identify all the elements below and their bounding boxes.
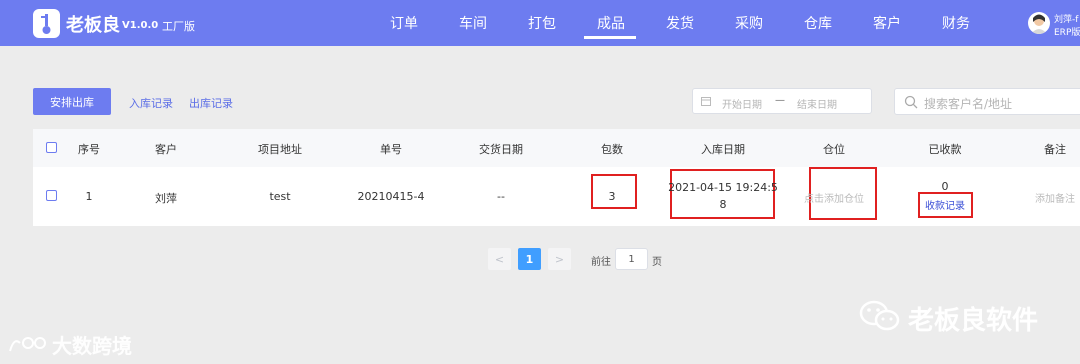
goto-page-input[interactable]: 1 (615, 248, 648, 270)
col-header-delivery-date: 交货日期 (479, 143, 523, 156)
col-header-customer: 客户 (155, 143, 177, 156)
prev-page-button[interactable]: < (488, 248, 511, 270)
nav-item-packing[interactable]: 打包 (528, 13, 556, 33)
nav-item-customers[interactable]: 客户 (873, 13, 901, 33)
date-separator: — (775, 95, 785, 106)
watermark-right-text: 老板良软件 (908, 306, 1039, 336)
nav-item-workshop[interactable]: 车间 (459, 13, 487, 33)
cell-customer: 刘萍 (155, 192, 177, 205)
nav-item-finished-goods[interactable]: 成品 (597, 13, 625, 33)
nav-item-warehouse[interactable]: 仓库 (804, 13, 832, 33)
active-nav-indicator (584, 36, 636, 39)
top-navigation-bar: 老板良 V1.0.0 工厂版 订单 车间 打包 成品 发货 采购 仓库 客户 财… (0, 0, 1080, 46)
col-header-packages: 包数 (601, 143, 623, 156)
col-header-address: 项目地址 (258, 143, 302, 156)
col-header-received: 已收款 (928, 143, 962, 156)
page-unit-label: 页 (652, 257, 662, 268)
cell-stock-date-line2: 8 (719, 198, 727, 211)
col-header-index: 序号 (78, 143, 100, 156)
cell-address: test (269, 190, 291, 203)
edition-label: 工厂版 (162, 20, 195, 33)
finished-goods-table: 序号 客户 项目地址 单号 交货日期 包数 入库日期 仓位 已收款 备注 1 刘… (33, 129, 1080, 226)
app-logo-icon (33, 9, 60, 38)
col-header-order-no: 单号 (380, 143, 402, 156)
goto-label: 前往 (591, 257, 611, 268)
search-placeholder: 搜索客户名/地址 (924, 97, 1013, 111)
nav-item-shipping[interactable]: 发货 (666, 13, 694, 33)
brand-name: 老板良 (66, 15, 120, 36)
search-icon (904, 95, 918, 109)
row-checkbox[interactable] (46, 190, 57, 201)
cell-stock-date-line1: 2021-04-15 19:24:5 (668, 181, 778, 194)
select-all-checkbox[interactable] (46, 142, 57, 153)
inbound-records-link[interactable]: 入库记录 (129, 95, 173, 111)
add-location-link[interactable]: 点击添加仓位 (804, 190, 864, 205)
watermark-logo-icon (9, 337, 46, 352)
receipt-records-link[interactable]: 收款记录 (925, 197, 965, 212)
cell-order-no: 20210415-4 (357, 190, 425, 203)
calendar-icon (701, 96, 711, 109)
col-header-location: 仓位 (823, 143, 845, 156)
cell-delivery-date: -- (497, 190, 505, 203)
user-name[interactable]: 刘萍-f (1054, 12, 1078, 25)
nav-item-orders[interactable]: 订单 (390, 13, 418, 33)
next-page-button[interactable]: > (548, 248, 571, 270)
end-date-input[interactable]: 结束日期 (797, 96, 837, 111)
version-label: V1.0.0 (122, 20, 159, 31)
start-date-input[interactable]: 开始日期 (722, 96, 762, 111)
watermark-left-text: 大数跨境 (52, 334, 132, 358)
col-header-remark: 备注 (1044, 143, 1066, 156)
col-header-stock-date: 入库日期 (701, 143, 745, 156)
nav-item-purchasing[interactable]: 采购 (735, 13, 763, 33)
add-remark-link[interactable]: 添加备注 (1035, 190, 1075, 205)
table-header-row: 序号 客户 项目地址 单号 交货日期 包数 入库日期 仓位 已收款 备注 (33, 129, 1080, 167)
nav-item-finance[interactable]: 财务 (942, 13, 970, 33)
user-avatar[interactable] (1028, 12, 1050, 34)
wechat-icon (859, 300, 900, 331)
arrange-outbound-button[interactable]: 安排出库 (33, 88, 111, 115)
page-button-current[interactable]: 1 (518, 248, 541, 270)
highlight-box-stock-date (670, 169, 775, 219)
date-range-picker[interactable]: 开始日期 — 结束日期 (692, 88, 872, 114)
outbound-records-link[interactable]: 出库记录 (189, 95, 233, 111)
cell-packages: 3 (608, 190, 616, 203)
cell-index: 1 (85, 190, 93, 203)
customer-search-input[interactable]: 搜索客户名/地址 (894, 88, 1080, 115)
user-edition: ERP版 (1054, 28, 1080, 38)
